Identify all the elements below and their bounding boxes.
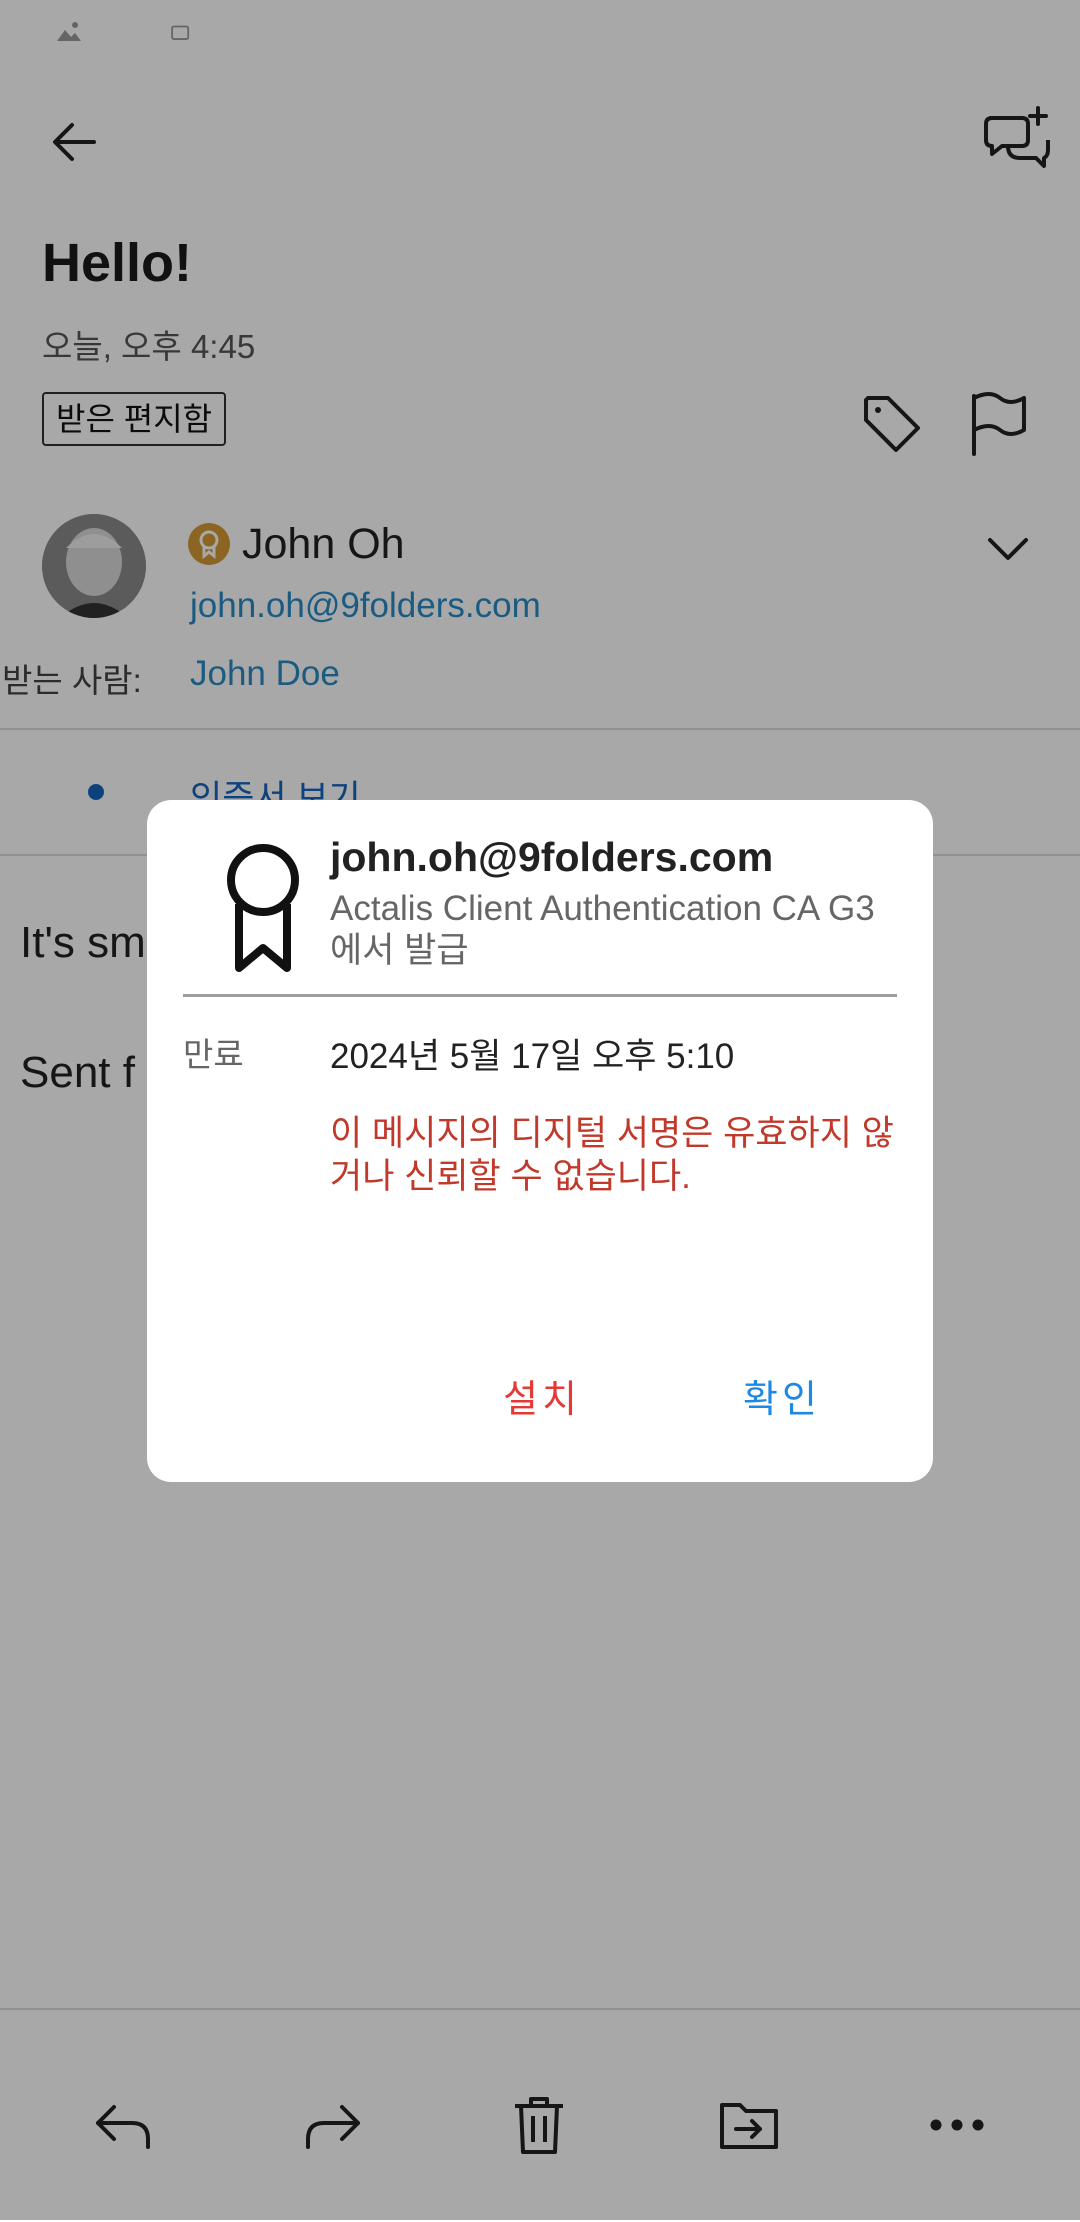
ok-button[interactable]: 확인 (743, 1368, 821, 1423)
expiry-label: 만료 (183, 1036, 244, 1073)
certificate-dialog: john.oh@9folders.com Actalis Client Auth… (147, 800, 933, 1482)
dialog-email: john.oh@9folders.com (330, 834, 774, 880)
certificate-ribbon-icon (203, 830, 323, 980)
expiry-value: 2024년 5월 17일 오후 5:10 (330, 1037, 735, 1076)
install-button[interactable]: 설치 (503, 1368, 581, 1423)
signature-warning: 이 메시지의 디지털 서명은 유효하지 않거나 신뢰할 수 없습니다. (330, 1114, 894, 1196)
dialog-issuer: Actalis Client Authentication CA G3에서 발급 (330, 889, 875, 970)
dialog-divider (183, 994, 897, 997)
